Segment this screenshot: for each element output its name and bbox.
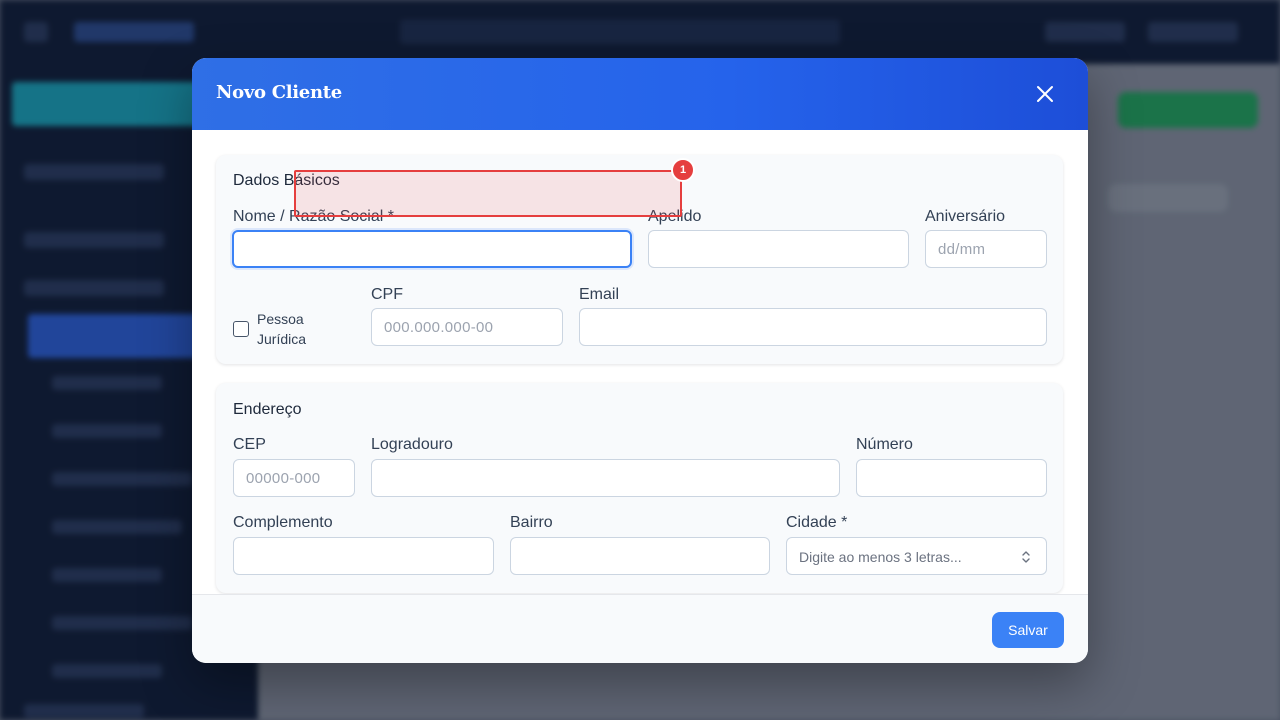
annotation-badge: 1: [671, 158, 695, 182]
birthday-label: Aniversário: [925, 208, 1006, 225]
cep-input[interactable]: [233, 459, 355, 497]
cep-label: CEP: [233, 436, 266, 453]
legal-entity-label: Pessoa Jurídica: [257, 311, 307, 347]
legal-entity-checkbox[interactable]: [233, 321, 249, 337]
number-input[interactable]: [856, 459, 1047, 497]
modal-header: Novo Cliente: [192, 58, 1088, 130]
neighborhood-input[interactable]: [510, 537, 770, 575]
nickname-input[interactable]: [648, 230, 909, 268]
email-label: Email: [579, 286, 620, 303]
street-label: Logradouro: [371, 436, 453, 453]
cpf-label: CPF: [371, 286, 403, 303]
close-icon: [1037, 86, 1053, 102]
modal-footer: Salvar: [192, 594, 1088, 663]
chevron-up-down-icon: [1022, 551, 1030, 563]
number-label: Número: [856, 436, 913, 453]
city-placeholder: Digite ao menos 3 letras...: [799, 549, 962, 565]
modal-title: Novo Cliente: [216, 82, 342, 103]
new-client-modal: Novo Cliente Dados Básicos Nome / Razão …: [192, 58, 1088, 663]
email-input[interactable]: [579, 308, 1047, 346]
birthday-input[interactable]: [925, 230, 1047, 268]
city-label: Cidade *: [786, 514, 848, 531]
save-button[interactable]: Salvar: [992, 612, 1064, 648]
annotation-highlight: [294, 170, 682, 217]
city-select[interactable]: Digite ao menos 3 letras...: [786, 537, 1047, 575]
name-input[interactable]: [232, 230, 632, 268]
complement-label: Complemento: [233, 514, 333, 531]
neighborhood-label: Bairro: [510, 514, 553, 531]
complement-input[interactable]: [233, 537, 494, 575]
cpf-input[interactable]: [371, 308, 563, 346]
close-button[interactable]: [1034, 83, 1056, 105]
address-title: Endereço: [233, 401, 302, 418]
address-section: Endereço CEP Logradouro Número Complemen…: [216, 383, 1063, 593]
street-input[interactable]: [371, 459, 840, 497]
